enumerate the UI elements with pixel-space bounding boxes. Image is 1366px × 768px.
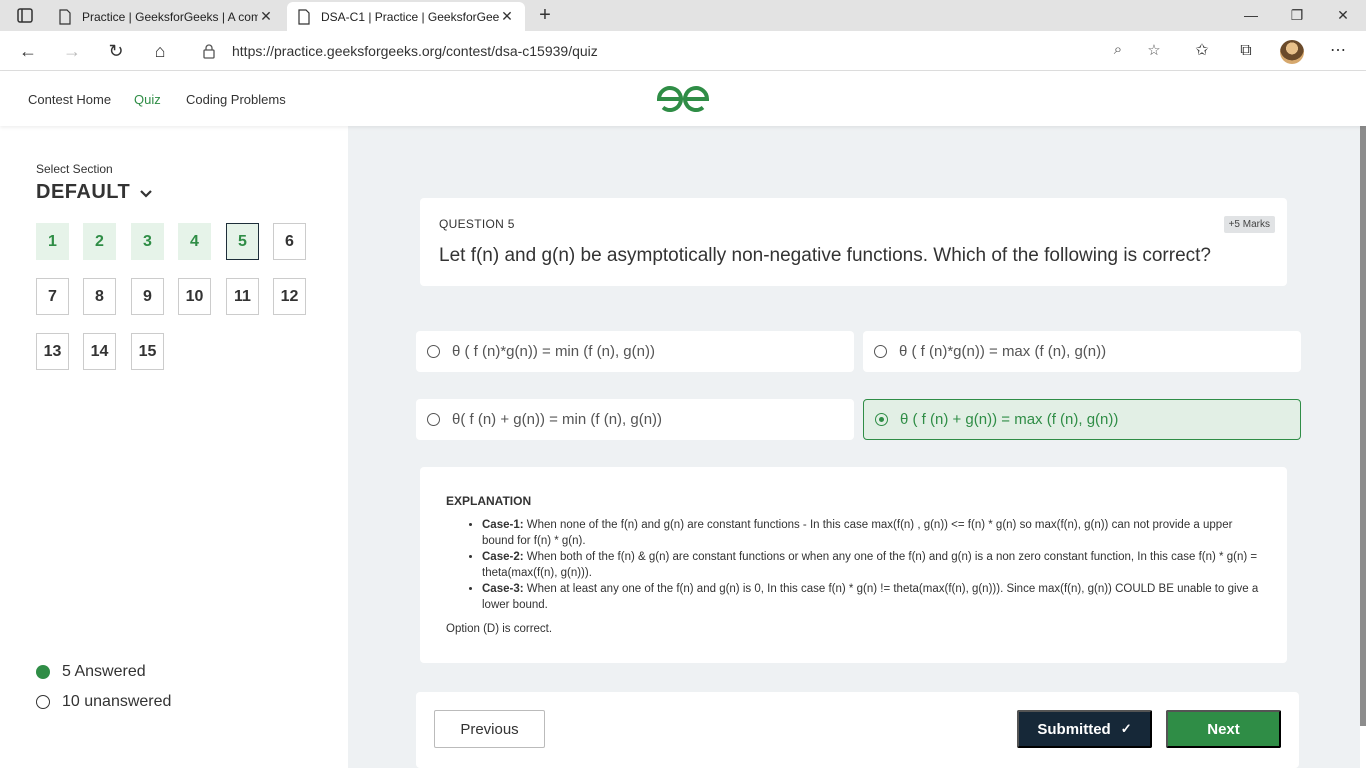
window-close-icon[interactable]: ✕	[1320, 0, 1366, 31]
close-icon[interactable]: ✕	[258, 8, 274, 25]
submitted-label: Submitted	[1037, 720, 1111, 738]
question-box[interactable]: 15	[131, 333, 164, 370]
option-d-selected[interactable]: θ ( f (n) + g(n)) = max (f (n), g(n))	[863, 399, 1301, 440]
page-icon	[59, 8, 71, 25]
explanation-card: EXPLANATION Case-1: When none of the f(n…	[420, 467, 1287, 663]
refresh-icon[interactable]: ↻	[104, 39, 128, 63]
favorites-icon[interactable]: ✩	[1190, 39, 1214, 63]
question-number: QUESTION 5	[439, 217, 515, 231]
previous-label: Previous	[460, 720, 519, 738]
question-box[interactable]: 1	[36, 223, 69, 260]
previous-button[interactable]: Previous	[434, 710, 545, 748]
list-item: Case-1: When none of the f(n) and g(n) a…	[482, 517, 1261, 549]
question-box[interactable]: 10	[178, 278, 211, 315]
answered-dot-icon	[36, 665, 50, 679]
zoom-icon[interactable]: ⌕	[1108, 41, 1128, 61]
check-icon: ✓	[1120, 721, 1132, 736]
browser-tab-bar: Practice | GeeksforGeeks | A com ✕ DSA-C…	[0, 0, 1366, 31]
forward-icon[interactable]: →	[60, 39, 84, 63]
option-text: θ ( f (n)*g(n)) = min (f (n), g(n))	[452, 343, 655, 360]
radio-selected-icon[interactable]	[875, 413, 888, 426]
option-b[interactable]: θ ( f (n)*g(n)) = max (f (n), g(n))	[863, 331, 1301, 372]
case-text: When both of the f(n) & g(n) are constan…	[482, 551, 1258, 579]
section-dropdown[interactable]: DEFAULT	[36, 181, 130, 204]
answered-legend: 5 Answered	[36, 663, 146, 681]
option-a[interactable]: θ ( f (n)*g(n)) = min (f (n), g(n))	[416, 331, 854, 372]
tab-actions-icon[interactable]	[8, 6, 40, 26]
address-bar: ← → ↻ ⌂ https://practice.geeksforgeeks.o…	[0, 31, 1366, 71]
nav-coding-problems[interactable]: Coding Problems	[186, 92, 286, 107]
case-label: Case-1:	[482, 519, 524, 531]
radio-icon[interactable]	[874, 345, 887, 358]
restore-icon[interactable]: ❐	[1274, 0, 1320, 31]
question-box[interactable]: 9	[131, 278, 164, 315]
question-box[interactable]: 2	[83, 223, 116, 260]
url-field[interactable]: https://practice.geeksforgeeks.org/conte…	[188, 36, 1178, 66]
nav-contest-home[interactable]: Contest Home	[28, 92, 111, 107]
list-item: Case-3: When at least any one of the f(n…	[482, 581, 1261, 613]
close-icon[interactable]: ✕	[499, 8, 515, 25]
radio-icon[interactable]	[427, 413, 440, 426]
unanswered-legend: 10 unanswered	[36, 693, 171, 711]
question-navigator: Select Section DEFAULT 1 2 3 4 5 6 7 8 9…	[0, 126, 348, 768]
quiz-footer: Previous Submitted ✓ Next	[416, 692, 1299, 768]
home-icon[interactable]: ⌂	[148, 39, 172, 63]
chevron-down-icon[interactable]	[138, 186, 154, 202]
more-icon[interactable]: ⋯	[1326, 39, 1350, 63]
question-box-current[interactable]: 5	[226, 223, 259, 260]
scrollbar[interactable]	[1360, 126, 1366, 726]
url-text[interactable]: https://practice.geeksforgeeks.org/conte…	[232, 43, 598, 59]
tab-title: DSA-C1 | Practice | GeeksforGeeks	[321, 9, 499, 24]
site-header: Contest Home Quiz Coding Problems	[0, 71, 1366, 126]
lock-icon[interactable]	[202, 43, 216, 59]
add-favorite-icon[interactable]: ☆	[1144, 41, 1164, 61]
question-box[interactable]: 11	[226, 278, 259, 315]
question-box[interactable]: 3	[131, 223, 164, 260]
collections-icon[interactable]: ⧉	[1234, 39, 1258, 63]
option-c[interactable]: θ( f (n) + g(n)) = min (f (n), g(n))	[416, 399, 854, 440]
case-label: Case-3:	[482, 583, 524, 595]
question-box[interactable]: 13	[36, 333, 69, 370]
question-box[interactable]: 12	[273, 278, 306, 315]
next-label: Next	[1207, 720, 1240, 738]
question-text: Let f(n) and g(n) be asymptotically non-…	[439, 245, 1211, 266]
unanswered-dot-icon	[36, 695, 50, 709]
list-item: Case-2: When both of the f(n) & g(n) are…	[482, 549, 1261, 581]
case-text: When at least any one of the f(n) and g(…	[482, 583, 1259, 611]
submitted-button[interactable]: Submitted ✓	[1017, 710, 1152, 748]
question-box[interactable]: 4	[178, 223, 211, 260]
tab-title: Practice | GeeksforGeeks | A com	[82, 9, 258, 24]
answered-count: 5 Answered	[62, 663, 146, 680]
explanation-list: Case-1: When none of the f(n) and g(n) a…	[482, 517, 1261, 613]
nav-quiz[interactable]: Quiz	[134, 92, 161, 107]
minimize-icon[interactable]: —	[1228, 0, 1274, 31]
quiz-main: QUESTION 5 +5 Marks Let f(n) and g(n) be…	[348, 126, 1360, 768]
case-text: When none of the f(n) and g(n) are const…	[482, 519, 1233, 547]
back-icon[interactable]: ←	[16, 39, 40, 63]
page-icon	[298, 8, 310, 25]
radio-icon[interactable]	[427, 345, 440, 358]
option-text: θ( f (n) + g(n)) = min (f (n), g(n))	[452, 411, 663, 428]
explanation-title: EXPLANATION	[446, 494, 532, 508]
marks-badge: +5 Marks	[1223, 216, 1275, 233]
browser-tab-active[interactable]: DSA-C1 | Practice | GeeksforGeeks ✕	[287, 2, 525, 31]
gfg-logo[interactable]	[655, 84, 711, 114]
new-tab-icon[interactable]: +	[534, 4, 556, 26]
unanswered-count: 10 unanswered	[62, 693, 172, 710]
select-section-label: Select Section	[36, 162, 113, 176]
avatar[interactable]	[1280, 40, 1304, 64]
browser-tab[interactable]: Practice | GeeksforGeeks | A com ✕	[48, 2, 284, 31]
question-box[interactable]: 7	[36, 278, 69, 315]
case-label: Case-2:	[482, 551, 524, 563]
option-text: θ ( f (n) + g(n)) = max (f (n), g(n))	[900, 411, 1119, 428]
question-box[interactable]: 6	[273, 223, 306, 260]
option-text: θ ( f (n)*g(n)) = max (f (n), g(n))	[899, 343, 1107, 360]
next-button[interactable]: Next	[1166, 710, 1281, 748]
explanation-conclusion: Option (D) is correct.	[446, 623, 553, 635]
question-card: QUESTION 5 +5 Marks Let f(n) and g(n) be…	[420, 198, 1287, 286]
question-box[interactable]: 8	[83, 278, 116, 315]
question-box[interactable]: 14	[83, 333, 116, 370]
